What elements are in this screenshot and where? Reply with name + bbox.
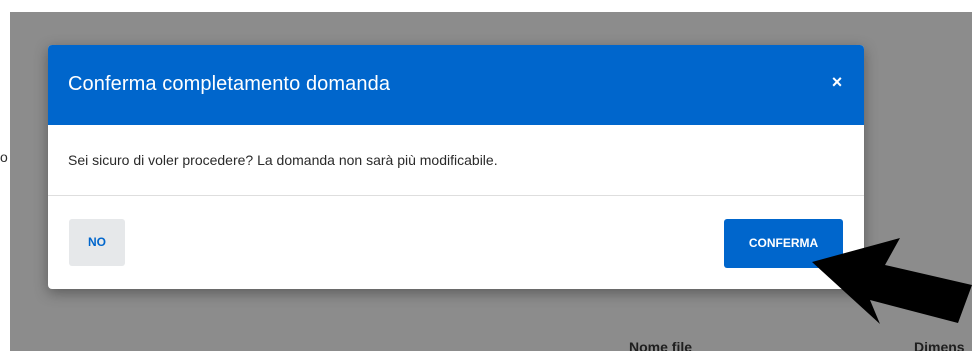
background-column-header-dimensione: Dimens	[914, 339, 965, 351]
no-button[interactable]: NO	[69, 219, 125, 266]
dialog-body: Sei sicuro di voler procedere? La domand…	[48, 125, 864, 196]
dialog-message: Sei sicuro di voler procedere? La domand…	[68, 152, 498, 168]
dialog-footer: NO CONFERMA	[48, 196, 864, 289]
background-column-header-nome-file: Nome file	[629, 339, 693, 351]
confirm-dialog: Conferma completamento domanda × Sei sic…	[48, 45, 864, 289]
dialog-title: Conferma completamento domanda	[68, 73, 391, 95]
dialog-header: Conferma completamento domanda ×	[48, 45, 864, 125]
background-text-fragment: o	[0, 149, 8, 165]
close-icon[interactable]: ×	[824, 69, 850, 95]
confirm-button[interactable]: CONFERMA	[724, 219, 843, 268]
